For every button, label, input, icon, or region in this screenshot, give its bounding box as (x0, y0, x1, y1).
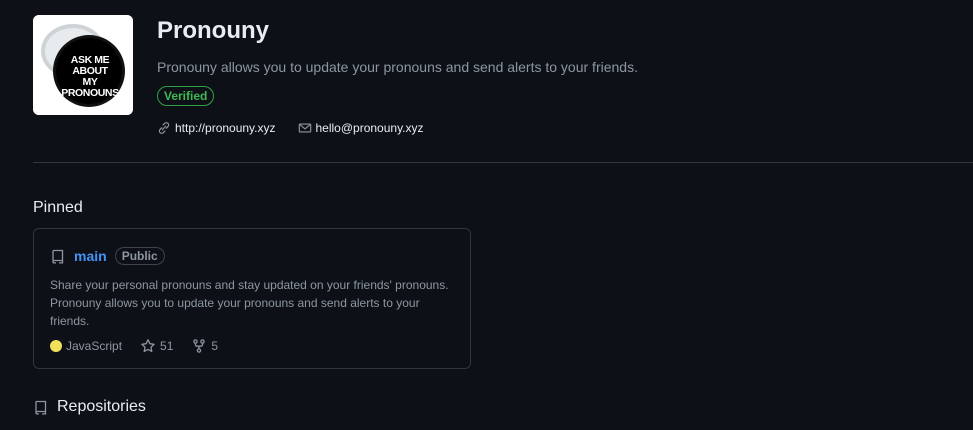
org-name: Pronouny (157, 17, 269, 44)
repo-language: JavaScript (50, 339, 122, 353)
avatar-text-line-1: ASK ME ABOUT (70, 54, 110, 77)
website-link[interactable]: http://pronouny.xyz (157, 121, 276, 135)
org-links: http://pronouny.xyz hello@pronouny.xyz (157, 121, 424, 135)
repositories-heading[interactable]: Repositories (33, 398, 146, 416)
forks-count[interactable]: 5 (211, 339, 218, 353)
repo-meta: JavaScript 51 5 (50, 338, 218, 354)
pinned-repo-card: main Public Share your personal pronouns… (33, 228, 471, 369)
org-description: Pronouny allows you to update your prono… (157, 59, 638, 75)
repositories-label[interactable]: Repositories (57, 398, 146, 416)
repo-forks[interactable]: 5 (191, 338, 218, 354)
repo-name-link[interactable]: main (74, 248, 107, 264)
verified-badge[interactable]: Verified (157, 86, 215, 106)
repo-description: Share your personal pronouns and stay up… (50, 278, 449, 328)
email-link-text[interactable]: hello@pronouny.xyz (316, 121, 424, 135)
star-icon (141, 339, 155, 353)
email-link[interactable]: hello@pronouny.xyz (298, 121, 424, 135)
language-label: JavaScript (66, 339, 123, 353)
link-icon (158, 122, 170, 134)
visibility-badge: Public (114, 247, 165, 265)
card-header: main Public (50, 247, 165, 265)
stars-count[interactable]: 51 (160, 339, 173, 353)
language-color-dot (50, 340, 62, 352)
avatar-text-line-2: MY PRONOUNS (61, 76, 119, 99)
repo-stars[interactable]: 51 (140, 338, 173, 354)
pinned-heading: Pinned (33, 199, 83, 216)
fork-icon (193, 339, 206, 353)
org-avatar: ASK ME ABOUT MY PRONOUNS (33, 15, 133, 115)
avatar-logo-text: ASK ME ABOUT MY PRONOUNS (53, 55, 127, 99)
header-divider (33, 162, 973, 163)
repo-icon (52, 249, 64, 264)
mail-icon (298, 123, 311, 133)
website-link-text[interactable]: http://pronouny.xyz (175, 121, 276, 135)
repo-icon (35, 400, 47, 415)
